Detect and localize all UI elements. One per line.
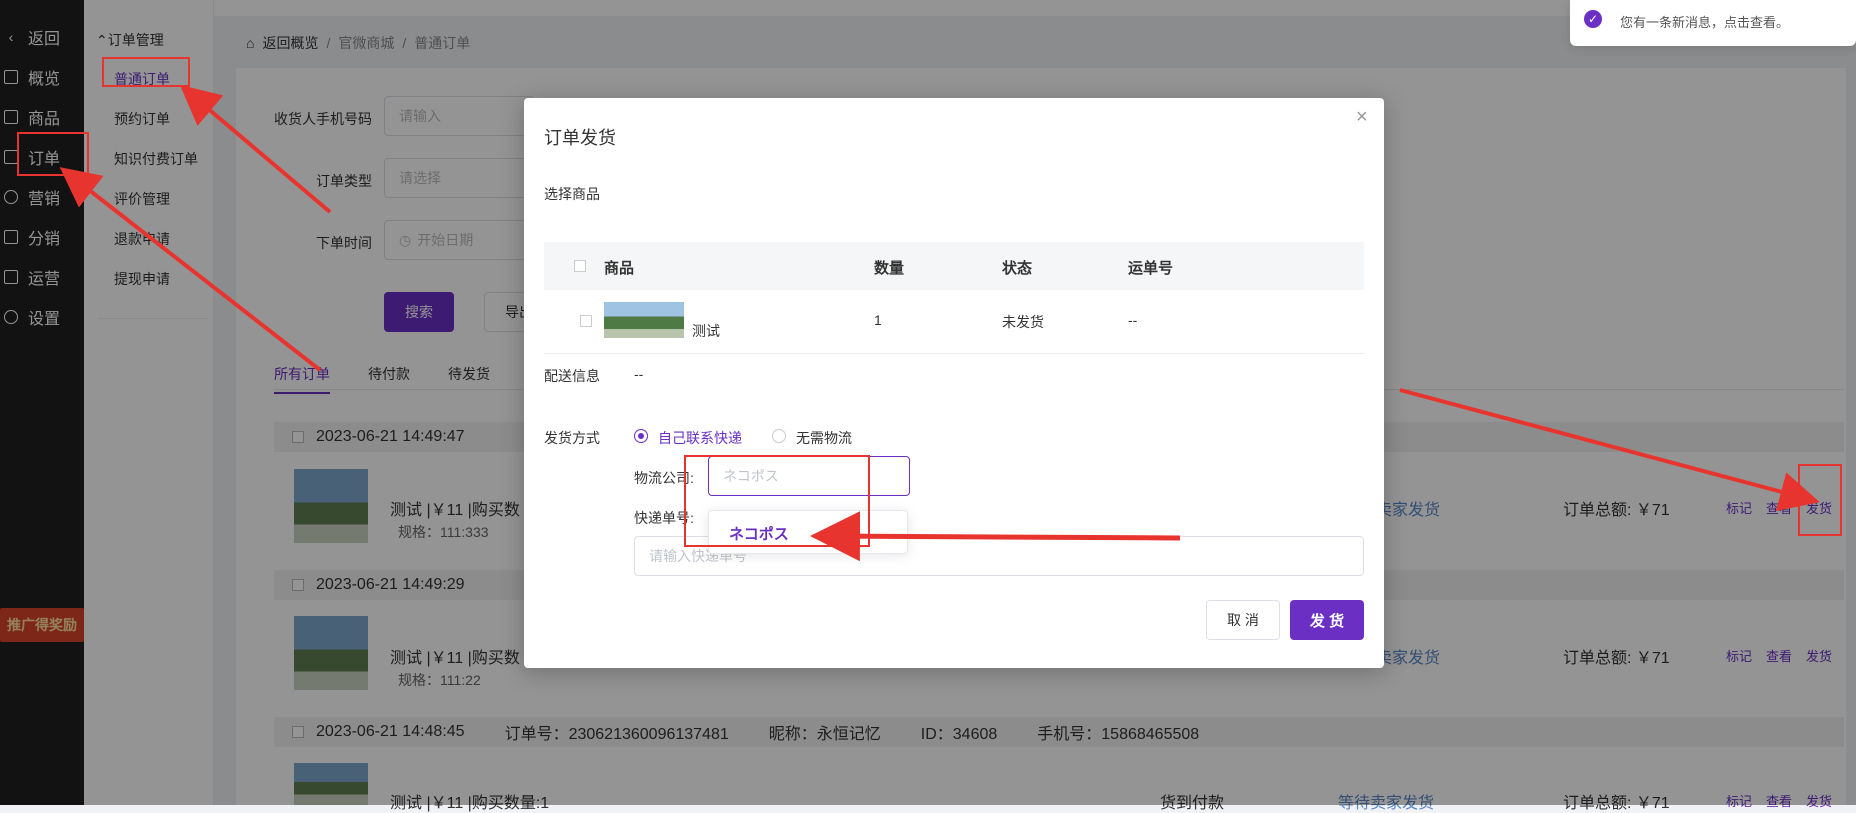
product-thumbnail: [604, 302, 684, 338]
col-tracking: 运单号: [1128, 260, 1174, 277]
radio-no-logistics[interactable]: [772, 429, 786, 443]
goods-status: 未发货: [1002, 314, 1044, 330]
select-goods-label: 选择商品: [544, 186, 600, 202]
annotation-box: [102, 57, 190, 87]
dialog-title: 订单发货: [544, 128, 616, 148]
select-all-checkbox[interactable]: [574, 260, 586, 272]
goods-table-header: 商品 数量 状态 运单号: [544, 242, 1364, 290]
col-qty: 数量: [874, 260, 905, 277]
ship-order-dialog: 订单发货 × 选择商品 商品 数量 状态 运单号 测试 1 未发货 -- 配送信…: [524, 98, 1384, 668]
close-icon[interactable]: ×: [1356, 106, 1368, 129]
col-goods: 商品: [604, 260, 635, 277]
notification-message: 您有一条新消息，点击查看。: [1620, 15, 1790, 30]
goods-name: 测试: [692, 323, 720, 339]
col-status: 状态: [1002, 260, 1033, 277]
goods-qty: 1: [874, 312, 882, 328]
row-checkbox[interactable]: [580, 315, 592, 327]
annotation-box: [1798, 464, 1842, 536]
notification-toast[interactable]: ✓ 您有一条新消息，点击查看。: [1570, 0, 1856, 46]
goods-table-row: 测试 1 未发货 --: [544, 290, 1364, 354]
delivery-info-label: 配送信息: [544, 368, 600, 384]
radio-no-logistics-label[interactable]: 无需物流: [796, 428, 852, 448]
ship-method-label: 发货方式: [544, 430, 600, 446]
annotation-box: [684, 455, 870, 547]
delivery-info-value: --: [634, 366, 644, 382]
radio-self-express[interactable]: [634, 429, 648, 443]
check-icon: ✓: [1584, 10, 1602, 28]
goods-tracking: --: [1128, 312, 1138, 328]
ship-button[interactable]: 发 货: [1290, 600, 1364, 640]
annotation-box: [17, 132, 89, 176]
cancel-button[interactable]: 取 消: [1206, 600, 1280, 640]
radio-self-express-label[interactable]: 自己联系快递: [658, 428, 742, 448]
